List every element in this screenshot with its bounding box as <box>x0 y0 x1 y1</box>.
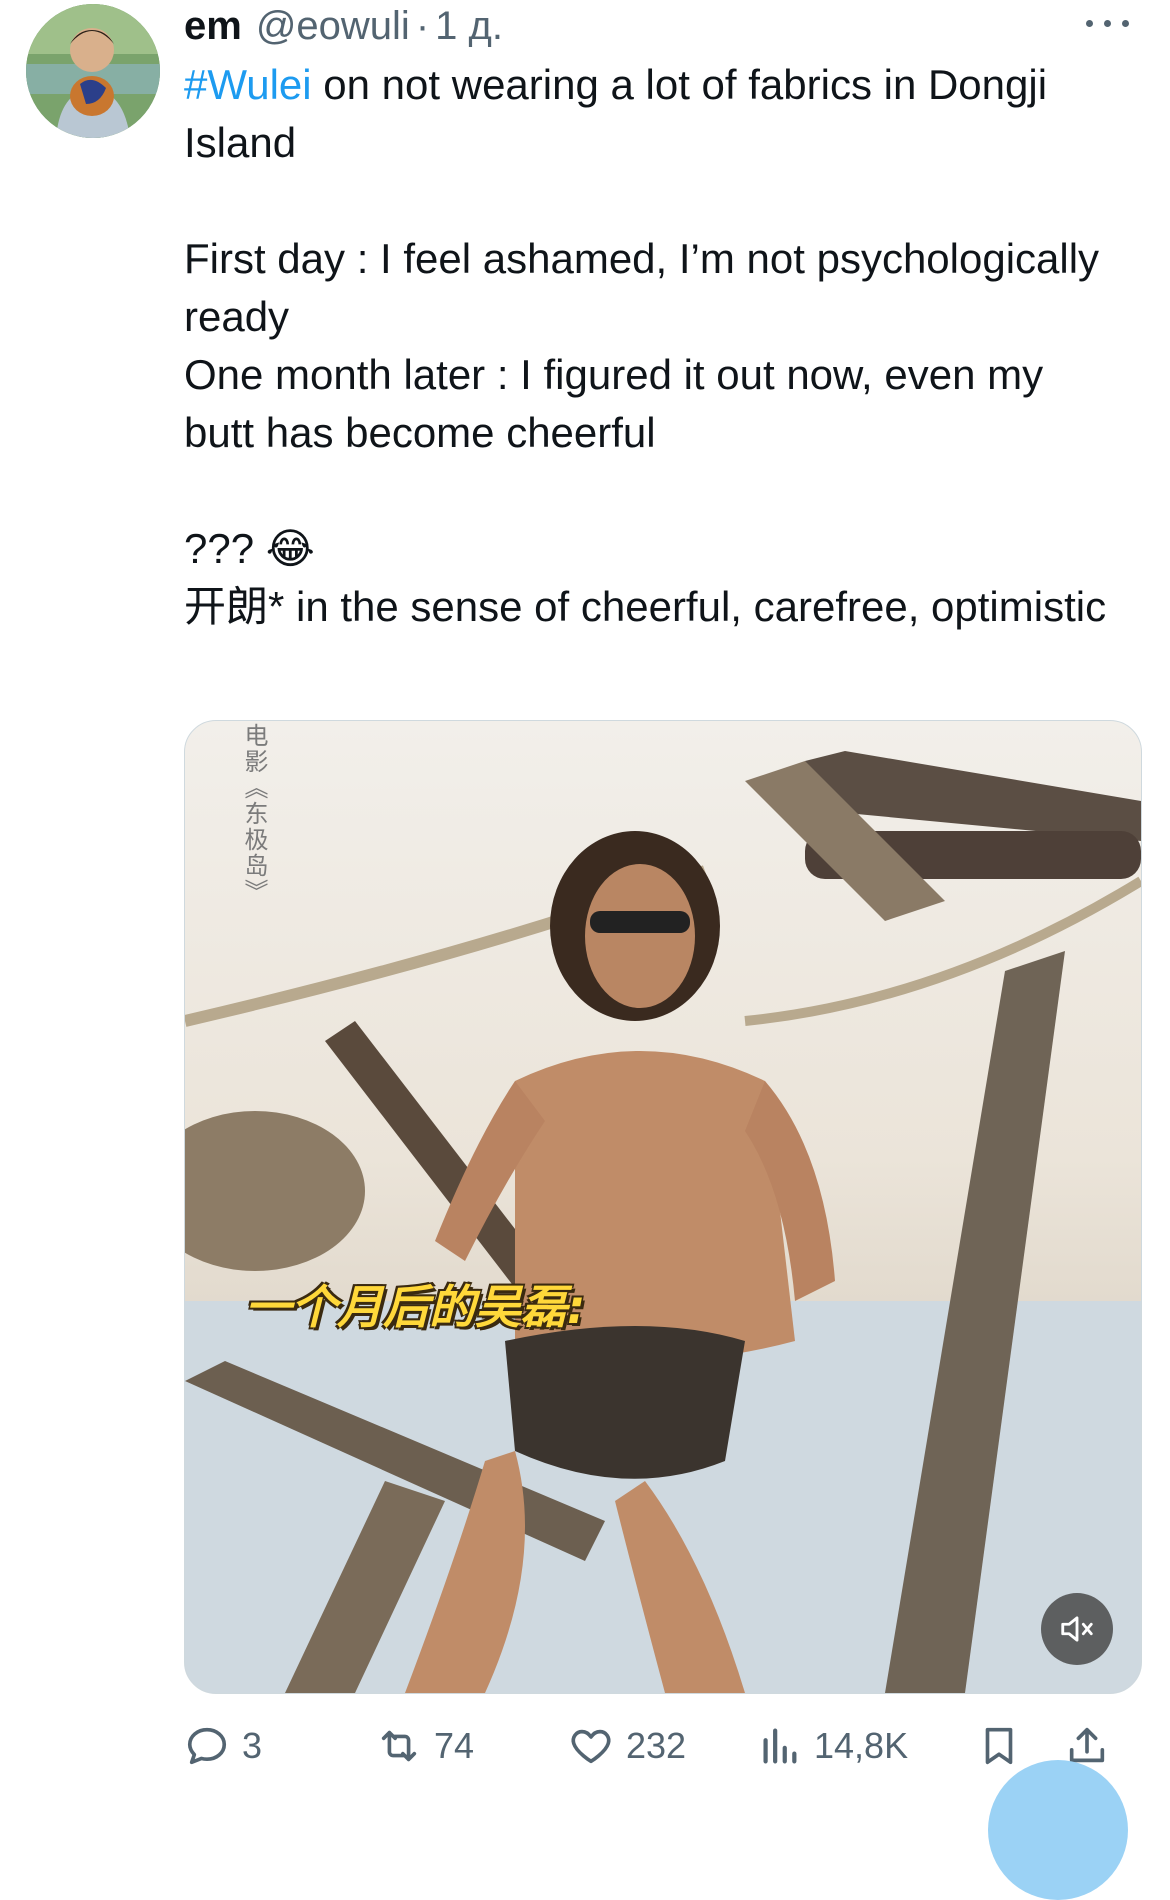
avatar-image <box>26 4 160 138</box>
compose-fab[interactable] <box>988 1760 1128 1900</box>
reply-icon <box>187 1727 227 1765</box>
tweet-title-text: on not wearing a lot of fabrics in Dongj… <box>184 61 1048 166</box>
bookmark-button[interactable] <box>976 1716 1022 1776</box>
heart-icon <box>571 1729 611 1764</box>
like-count: 232 <box>626 1725 687 1766</box>
views-icon <box>763 1728 797 1764</box>
retweet-button[interactable]: 74 <box>376 1716 474 1776</box>
hashtag-link[interactable]: #Wulei <box>184 61 312 108</box>
speaker-muted-icon <box>1061 1616 1093 1642</box>
video-subtitle: 一个月后的吴磊: <box>245 1280 586 1334</box>
tweet-action-bar: 3 74 232 14,8K <box>184 1716 1144 1776</box>
tweet-line-question: ??? 😂 <box>184 525 315 572</box>
bookmark-icon <box>985 1727 1013 1765</box>
separator-dot: · <box>415 3 430 48</box>
tweet-line-title: #Wulei on not wearing a lot of fabrics i… <box>184 56 1124 172</box>
tweet-header: em @eowuli · 1 д. <box>184 0 503 52</box>
reply-count: 3 <box>242 1725 263 1766</box>
tweet-text: #Wulei on not wearing a lot of fabrics i… <box>184 56 1124 636</box>
views-count: 14,8K <box>814 1725 909 1766</box>
video-watermark: 电影《东极岛》 <box>240 723 268 905</box>
author-name[interactable]: em <box>184 4 242 49</box>
avatar[interactable] <box>26 4 160 138</box>
tweet-video[interactable]: 电影《东极岛》 一个月后的吴磊: <box>184 720 1142 1694</box>
more-options-icon[interactable] <box>1080 6 1136 40</box>
video-frame <box>185 751 1141 1693</box>
views-button[interactable]: 14,8K <box>756 1716 908 1776</box>
tweet-line-translation-note: 开朗* in the sense of cheerful, carefree, … <box>184 583 1107 630</box>
tweet-line-first-day: First day : I feel ashamed, I’m not psyc… <box>184 235 1100 340</box>
tweet-timestamp[interactable]: 1 д. <box>435 4 503 49</box>
retweet-count: 74 <box>434 1725 475 1766</box>
author-handle[interactable]: @eowuli <box>256 4 410 49</box>
retweet-icon <box>381 1730 417 1762</box>
mute-button[interactable] <box>1041 1593 1113 1665</box>
like-button[interactable]: 232 <box>568 1716 686 1776</box>
tweet-line-one-month: One month later : I figured it out now, … <box>184 351 1044 456</box>
reply-button[interactable]: 3 <box>184 1716 262 1776</box>
